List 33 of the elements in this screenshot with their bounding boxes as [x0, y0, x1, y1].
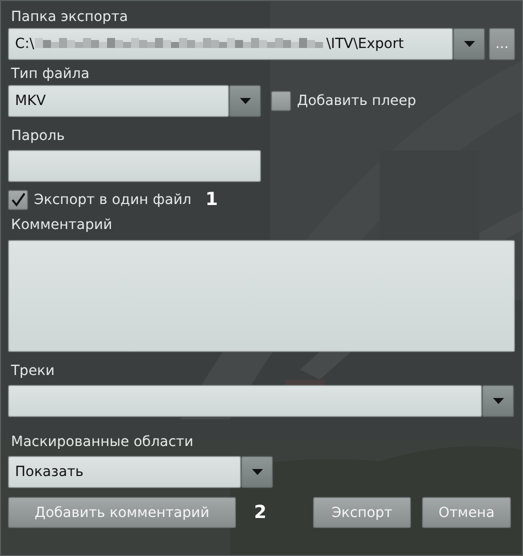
checkbox-label: Добавить плеер: [297, 93, 416, 109]
caret-icon: [492, 398, 504, 404]
dropdown-button[interactable]: [482, 385, 514, 417]
field-label: Пароль: [10, 127, 66, 146]
callout-number: 2: [254, 502, 267, 523]
path-text: \ITV\Export: [326, 36, 404, 52]
comment-field[interactable]: [8, 240, 515, 352]
caret-icon: [252, 469, 262, 475]
add-comment-button[interactable]: Добавить комментарий: [8, 497, 236, 528]
tracks-select[interactable]: [8, 385, 482, 417]
checkbox-label: Экспорт в один файл: [34, 192, 192, 208]
file-type-select[interactable]: MKV: [8, 85, 229, 117]
field-label: Тип файла: [10, 65, 90, 84]
field-label: Комментарий: [10, 216, 114, 235]
field-label: Треки: [10, 362, 56, 381]
dropdown-button[interactable]: [241, 456, 273, 488]
password-field[interactable]: [8, 150, 261, 182]
dropdown-button[interactable]: [453, 28, 485, 60]
path-text: C:\: [15, 36, 34, 52]
callout-number: 1: [205, 189, 218, 210]
checkbox[interactable]: [8, 190, 28, 210]
dropdown-button[interactable]: [229, 85, 261, 117]
checkbox[interactable]: [271, 91, 291, 111]
field-label: Папка экспорта: [10, 8, 129, 27]
export-button[interactable]: Экспорт: [313, 497, 411, 528]
field-label: Маскированные области: [10, 433, 194, 452]
cancel-button[interactable]: Отмена: [422, 497, 511, 528]
caret-icon: [240, 98, 250, 104]
masked-areas-select[interactable]: Показать: [8, 456, 241, 488]
browse-button[interactable]: ...: [489, 28, 515, 60]
path-field[interactable]: C:\ \ITV\Export: [8, 28, 453, 60]
caret-icon: [464, 41, 474, 47]
checkmark-icon: [10, 192, 26, 207]
